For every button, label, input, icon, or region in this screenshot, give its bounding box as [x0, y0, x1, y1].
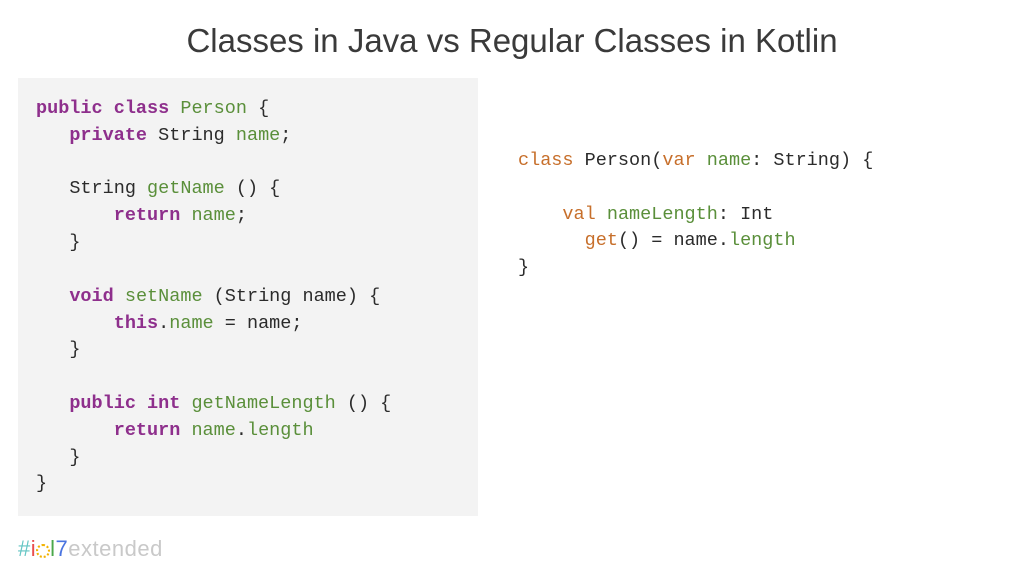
footer-hashtag: #il7extended	[18, 536, 163, 562]
code-columns: public class Person { private String nam…	[0, 78, 1024, 516]
kotlin-code: class Person(var name: String) { val nam…	[518, 148, 996, 282]
dotted-o-icon	[36, 537, 50, 563]
kotlin-code-block: class Person(var name: String) { val nam…	[498, 78, 1006, 516]
slide-title: Classes in Java vs Regular Classes in Ko…	[0, 0, 1024, 78]
java-code: public class Person { private String nam…	[36, 96, 460, 498]
java-code-block: public class Person { private String nam…	[18, 78, 478, 516]
hash-icon: #	[18, 536, 31, 561]
